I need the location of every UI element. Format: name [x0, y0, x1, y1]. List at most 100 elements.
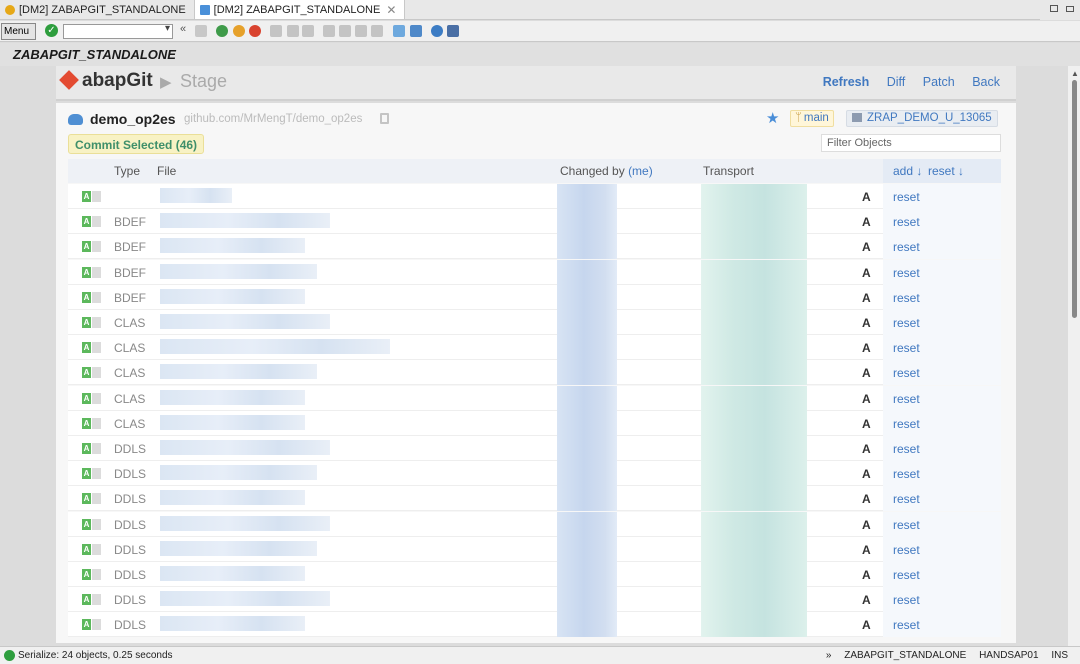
col-changed-by: Changed by (me)	[560, 164, 653, 178]
print-icon[interactable]	[270, 25, 282, 37]
minimize-icon[interactable]	[1050, 5, 1058, 12]
staged-state: A	[862, 341, 871, 356]
package-badge[interactable]: ZRAP_DEMO_U_13065	[846, 110, 998, 127]
collapse-icon[interactable]: «	[180, 23, 186, 35]
back-icon[interactable]	[216, 25, 228, 37]
window-tab-label: [DM2] ZABAPGIT_STANDALONE	[19, 3, 186, 16]
commit-selected-button[interactable]: Commit Selected (46)	[68, 134, 205, 154]
reset-link[interactable]: reset	[893, 392, 920, 406]
patch-link[interactable]: Patch	[923, 75, 955, 89]
reset-link[interactable]: reset	[893, 341, 920, 355]
file-name-redacted[interactable]	[160, 566, 305, 581]
file-name-redacted[interactable]	[160, 238, 305, 254]
expand-icon[interactable]: »	[826, 650, 832, 661]
diff-link[interactable]: Diff	[887, 75, 906, 89]
help-icon[interactable]	[431, 25, 443, 37]
reset-link[interactable]: reset	[893, 291, 920, 305]
status-workdir-icon	[92, 317, 101, 328]
file-name-redacted[interactable]	[160, 515, 330, 531]
status-workdir-icon	[92, 367, 101, 379]
me-filter-link[interactable]: (me)	[628, 164, 653, 178]
staged-state: A	[862, 492, 871, 507]
reset-all-link[interactable]: reset ↓	[928, 164, 964, 178]
status-added-icon: A	[82, 392, 91, 404]
find-next-icon[interactable]	[302, 25, 314, 37]
file-name-redacted[interactable]	[160, 540, 317, 556]
save-icon[interactable]	[195, 25, 207, 37]
reset-link[interactable]: reset	[893, 366, 920, 380]
file-name-redacted[interactable]	[160, 465, 317, 481]
close-tab-icon[interactable]: ✕	[386, 3, 396, 17]
branch-badge[interactable]: ᛘ main	[790, 110, 834, 127]
file-name-redacted[interactable]	[160, 591, 330, 607]
last-page-icon[interactable]	[371, 25, 383, 37]
find-icon[interactable]	[287, 25, 299, 37]
reset-link[interactable]: reset	[893, 215, 920, 229]
file-name-redacted[interactable]	[160, 188, 232, 203]
menu-button[interactable]: Menu	[1, 23, 36, 40]
file-name-redacted[interactable]	[160, 616, 305, 632]
table-row: A BDEF Areset	[68, 234, 1001, 260]
reset-link[interactable]: reset	[893, 417, 920, 431]
star-icon[interactable]: ★	[766, 109, 779, 127]
chevron-down-icon[interactable]: ▾	[165, 23, 170, 34]
exit-icon[interactable]	[233, 25, 245, 37]
repo-url[interactable]: github.com/MrMengT/demo_op2es	[184, 113, 362, 125]
add-all-link[interactable]: add ↓	[893, 164, 922, 178]
reset-link[interactable]: reset	[893, 518, 920, 532]
status-program[interactable]: ZABAPGIT_STANDALONE	[844, 650, 966, 661]
copy-icon[interactable]	[380, 113, 389, 124]
shortcut-icon[interactable]	[410, 25, 422, 37]
status-added-icon: A	[82, 342, 91, 354]
file-name-redacted[interactable]	[160, 364, 317, 380]
reset-link[interactable]: reset	[893, 240, 920, 254]
file-name-redacted[interactable]	[160, 288, 305, 304]
reset-link[interactable]: reset	[893, 593, 920, 607]
branch-name: main	[803, 112, 829, 124]
reset-link[interactable]: reset	[893, 492, 920, 506]
new-session-icon[interactable]	[393, 25, 405, 37]
back-link[interactable]: Back	[972, 75, 1000, 89]
window-tab-2[interactable]: [DM2] ZABAPGIT_STANDALONE ✕	[193, 0, 406, 19]
action-cell: reset	[883, 284, 1001, 310]
table-row: A Areset	[68, 184, 1001, 209]
file-name-redacted[interactable]	[160, 389, 305, 405]
file-name-redacted[interactable]	[160, 339, 390, 355]
layout-icon[interactable]	[447, 25, 459, 37]
action-cell: reset	[883, 209, 1001, 235]
refresh-link[interactable]: Refresh	[823, 75, 870, 89]
reset-link[interactable]: reset	[893, 618, 920, 632]
staged-state: A	[862, 416, 871, 431]
reset-link[interactable]: reset	[893, 568, 920, 582]
enter-icon[interactable]: ✓	[45, 24, 58, 37]
reset-link[interactable]: reset	[893, 266, 920, 280]
file-name-redacted[interactable]	[160, 314, 330, 329]
next-page-icon[interactable]	[355, 25, 367, 37]
scroll-up-icon[interactable]: ▲	[1071, 69, 1079, 78]
filter-objects-input[interactable]: Filter Objects	[821, 134, 1001, 152]
object-type: DDLS	[114, 492, 147, 507]
previous-page-icon[interactable]	[339, 25, 351, 37]
scrollbar-thumb[interactable]	[1072, 80, 1077, 318]
cancel-icon[interactable]	[249, 25, 261, 37]
window-tab-1[interactable]: [DM2] ZABAPGIT_STANDALONE	[0, 0, 194, 19]
file-name-redacted[interactable]	[160, 490, 305, 506]
transport-redacted	[701, 562, 807, 587]
action-cell: reset	[883, 360, 1001, 386]
reset-link[interactable]: reset	[893, 442, 920, 456]
status-mode[interactable]: INS	[1051, 650, 1068, 661]
restore-icon[interactable]	[1066, 6, 1074, 12]
action-cell: reset	[883, 587, 1001, 613]
first-page-icon[interactable]	[323, 25, 335, 37]
vertical-scrollbar[interactable]: ▲	[1068, 66, 1080, 646]
file-name-redacted[interactable]	[160, 263, 317, 279]
command-field[interactable]: ▾	[63, 23, 173, 39]
reset-link[interactable]: reset	[893, 316, 920, 330]
reset-link[interactable]: reset	[893, 467, 920, 481]
reset-link[interactable]: reset	[893, 543, 920, 557]
file-name-redacted[interactable]	[160, 414, 305, 430]
transport-redacted	[701, 436, 807, 461]
reset-link[interactable]: reset	[893, 190, 920, 204]
file-name-redacted[interactable]	[160, 440, 330, 455]
file-name-redacted[interactable]	[160, 213, 330, 229]
